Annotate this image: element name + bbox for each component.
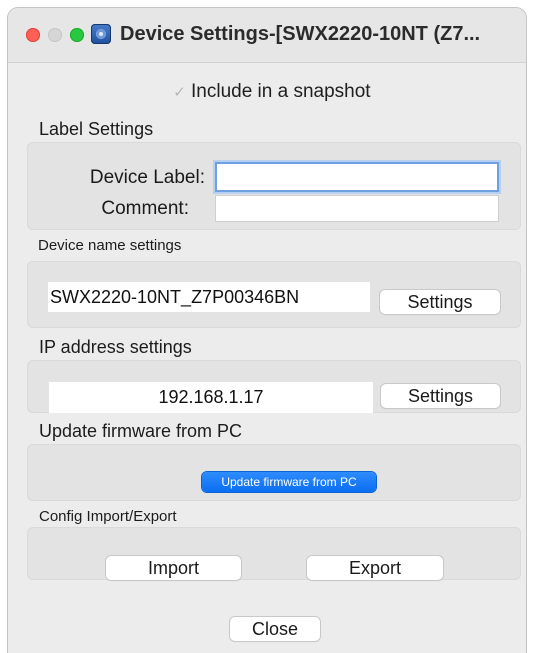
comment-input[interactable] xyxy=(215,195,499,222)
device-label-caption: Device Label: xyxy=(89,167,205,188)
firmware-heading: Update firmware from PC xyxy=(39,421,243,441)
device-name-settings-button[interactable]: Settings xyxy=(380,290,500,314)
app-icon xyxy=(91,24,111,44)
ip-settings-button[interactable]: Settings xyxy=(381,384,500,408)
window-title: Device Settings-[SWX2220-10NT (Z7... xyxy=(120,23,481,45)
label-settings-heading: Label Settings xyxy=(39,119,154,139)
zoom-window-icon[interactable] xyxy=(70,28,84,42)
close-button[interactable]: Close xyxy=(230,617,320,641)
device-name-value: SWX2220-10NT_Z7P00346BN xyxy=(48,282,370,312)
import-button[interactable]: Import xyxy=(106,556,241,580)
device-name-heading: Device name settings xyxy=(38,237,182,254)
device-settings-window: Device Settings-[SWX2220-10NT (Z7... ✓ I… xyxy=(8,8,526,653)
ip-settings-heading: IP address settings xyxy=(39,337,192,357)
ip-address-value: 192.168.1.17 xyxy=(49,382,373,413)
update-firmware-button[interactable]: Update firmware from PC xyxy=(202,472,376,492)
config-panel xyxy=(27,527,521,580)
config-heading: Config Import/Export xyxy=(39,508,177,525)
device-label-input[interactable] xyxy=(215,162,499,192)
minimize-window-icon[interactable] xyxy=(48,28,62,42)
snapshot-checkbox-row[interactable]: ✓ Include in a snapshot xyxy=(172,80,371,104)
checkmark-icon[interactable]: ✓ xyxy=(172,85,187,100)
snapshot-label: Include in a snapshot xyxy=(191,81,371,102)
close-window-icon[interactable] xyxy=(26,28,40,42)
comment-caption: Comment: xyxy=(101,198,189,219)
export-button[interactable]: Export xyxy=(307,556,443,580)
title-bar[interactable]: Device Settings-[SWX2220-10NT (Z7... xyxy=(8,8,526,63)
